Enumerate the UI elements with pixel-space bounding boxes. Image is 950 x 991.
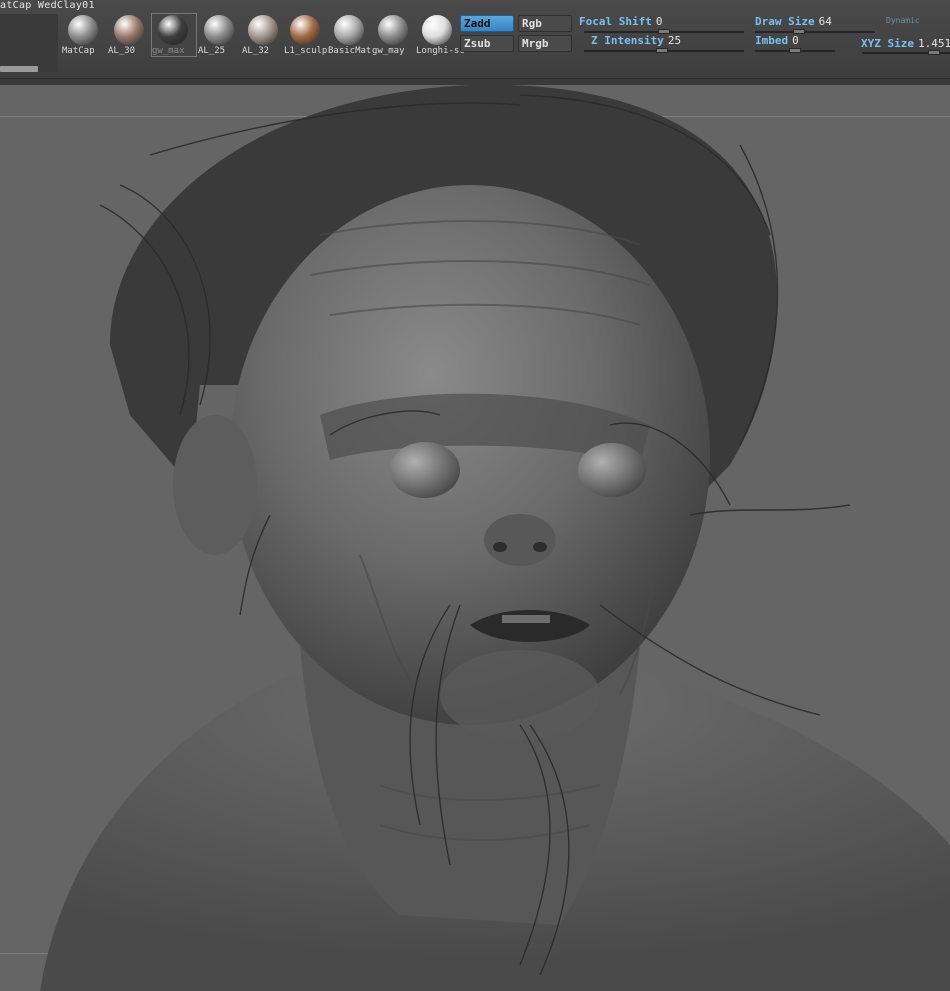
material-label: gw_may — [372, 46, 405, 56]
draw-size-value: 64 — [818, 15, 832, 28]
dynamic-toggle[interactable]: Dynamic — [886, 16, 920, 25]
ear-mesh — [173, 415, 257, 555]
material-sphere-icon — [248, 15, 278, 45]
xyz-size-slider[interactable] — [862, 50, 950, 55]
imbed-slider[interactable] — [755, 48, 835, 53]
xyz-size-control[interactable]: XYZ Size1.4512 — [861, 37, 950, 50]
material-sphere-icon — [422, 15, 452, 45]
xyz-size-value: 1.4512 — [917, 37, 950, 50]
z-intensity-slider[interactable] — [584, 48, 744, 53]
rgb-button[interactable]: Rgb — [518, 15, 572, 32]
xyz-size-label: XYZ Size — [861, 37, 914, 50]
z-intensity-label: Z Intensity — [591, 34, 664, 47]
material-sphere-icon — [68, 15, 98, 45]
material-slot-longhi[interactable]: Longhi-sc — [416, 14, 465, 56]
imbed-value: 0 — [792, 34, 799, 47]
material-sphere-icon — [290, 15, 320, 45]
nose-mesh — [484, 514, 556, 566]
zbrush-window: atCap WedClay01 MatCap AL_30 gw_max AL_2… — [0, 0, 950, 991]
material-slot-al32[interactable]: AL_32 — [242, 14, 286, 56]
material-label: Longhi-sc — [416, 46, 465, 56]
material-sphere-icon — [204, 15, 234, 45]
z-intensity-control[interactable]: Z Intensity 25 — [591, 34, 681, 47]
material-label: MatCap — [62, 46, 95, 56]
material-label: BasicMat — [328, 46, 372, 56]
material-sphere-icon — [114, 15, 144, 45]
focal-shift-label: Focal Shift — [579, 15, 652, 28]
material-slot-al25[interactable]: AL_25 — [198, 14, 242, 56]
left-eye — [390, 442, 460, 498]
focal-shift-control[interactable]: Focal Shift 0 — [579, 15, 662, 28]
slider-thumb[interactable] — [928, 50, 940, 55]
material-slot-l1-sculp[interactable]: L1_sculp — [284, 14, 328, 56]
slider-thumb[interactable] — [656, 48, 668, 53]
shelf-left-strip — [0, 14, 58, 72]
material-sphere-icon — [334, 15, 364, 45]
material-slot-al30[interactable]: AL_30 — [108, 14, 152, 56]
material-label: AL_30 — [108, 46, 136, 56]
document-canvas[interactable] — [0, 85, 950, 991]
material-slot-basicmat[interactable]: BasicMat — [328, 14, 372, 56]
material-slot-matcap[interactable]: MatCap — [62, 14, 106, 56]
shelf-scroll-handle[interactable] — [0, 66, 38, 72]
material-label: gw_max — [152, 46, 185, 56]
z-intensity-value: 25 — [667, 34, 682, 47]
material-sphere-icon — [158, 15, 188, 45]
focal-shift-value: 0 — [655, 15, 663, 28]
imbed-label: Imbed — [755, 34, 789, 47]
material-slot-gw-max[interactable]: gw_max — [151, 13, 197, 57]
imbed-control[interactable]: Imbed 0 — [755, 34, 799, 47]
focal-shift-slider[interactable] — [584, 29, 744, 34]
sculpt-model[interactable] — [0, 85, 950, 991]
draw-size-control[interactable]: Draw Size 64 — [755, 15, 832, 28]
right-eye — [578, 443, 646, 497]
material-slot-gw-may[interactable]: gw_may — [372, 14, 416, 56]
mrgb-button[interactable]: Mrgb — [518, 35, 572, 52]
material-label: AL_25 — [198, 46, 226, 56]
top-shelf: atCap WedClay01 MatCap AL_30 gw_max AL_2… — [0, 0, 950, 79]
draw-size-slider[interactable] — [755, 29, 875, 34]
draw-size-label: Draw Size — [755, 15, 815, 28]
material-sphere-icon — [378, 15, 408, 45]
material-label: L1_sculp — [284, 46, 328, 56]
material-title: atCap WedClay01 — [0, 0, 95, 11]
slider-thumb[interactable] — [789, 48, 801, 53]
zadd-button[interactable]: Zadd — [460, 15, 514, 32]
zsub-button[interactable]: Zsub — [460, 35, 514, 52]
